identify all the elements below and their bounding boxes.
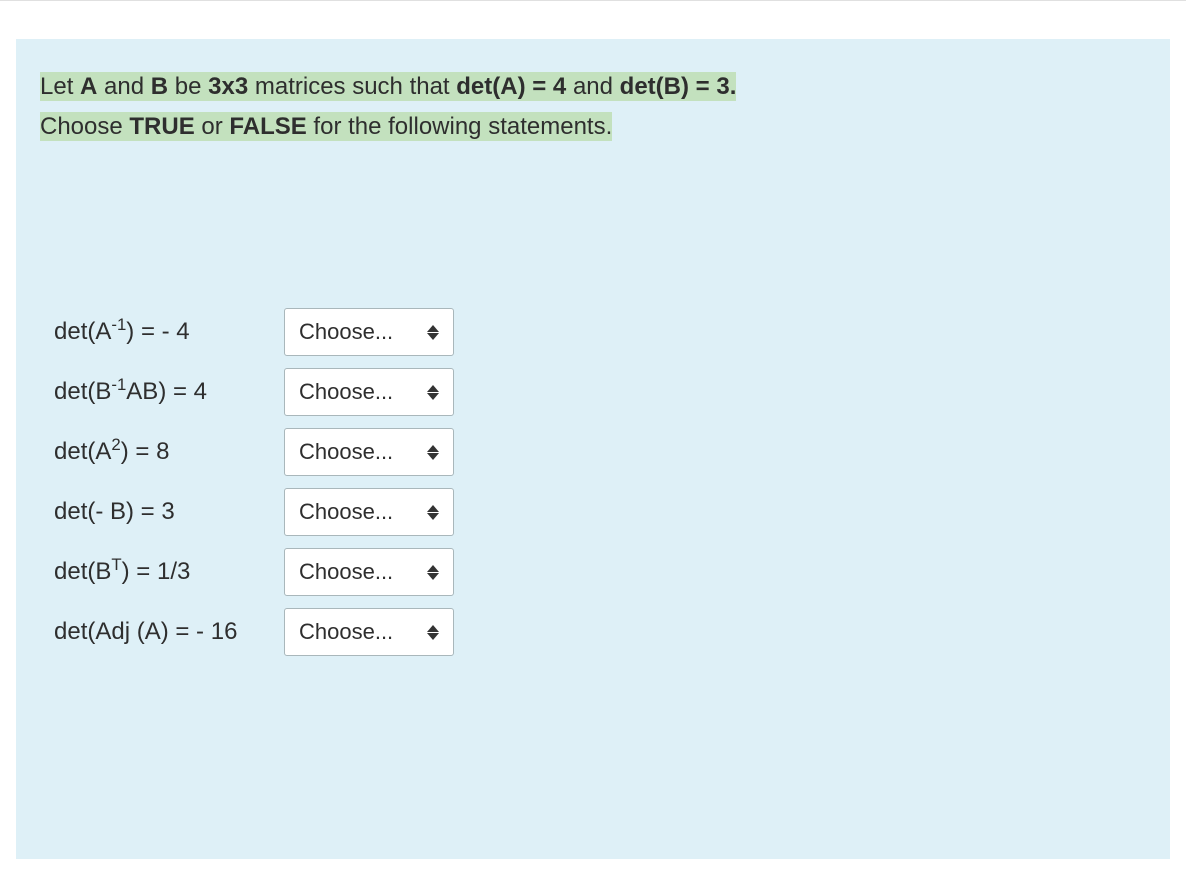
intro-line-1: Let A and B be 3x3 matrices such that de…: [40, 72, 736, 101]
intro-text: or: [195, 113, 230, 140]
chevron-updown-icon: [427, 385, 439, 400]
answer-select[interactable]: Choose...: [284, 308, 454, 356]
statement-text: ) = 1/3: [122, 558, 191, 585]
statement-label: det(BT) = 1/3: [54, 548, 284, 596]
answer-select[interactable]: Choose...: [284, 608, 454, 656]
superscript: -1: [111, 315, 126, 334]
answer-cell: Choose...: [284, 488, 454, 536]
intro-bold: det(A) = 4: [456, 73, 566, 100]
superscript: T: [111, 555, 121, 574]
intro-text: Choose: [40, 113, 129, 140]
intro-text: Let: [40, 73, 80, 100]
chevron-updown-icon: [427, 625, 439, 640]
chevron-updown-icon: [427, 505, 439, 520]
select-placeholder: Choose...: [299, 379, 393, 405]
answer-select[interactable]: Choose...: [284, 548, 454, 596]
intro-text: be: [168, 73, 208, 100]
intro-text: matrices such that: [248, 73, 456, 100]
intro-bold: TRUE: [129, 113, 194, 140]
questions-table: det(A-1) = - 4 Choose... det(B-1AB) = 4 …: [54, 296, 454, 668]
select-placeholder: Choose...: [299, 439, 393, 465]
statement-label: det(B-1AB) = 4: [54, 368, 284, 416]
statement-label: det(Adj (A) = - 16: [54, 608, 284, 656]
answer-select[interactable]: Choose...: [284, 368, 454, 416]
statement-text: det(A: [54, 318, 111, 345]
answer-cell: Choose...: [284, 308, 454, 356]
superscript: 2: [111, 435, 120, 454]
question-row: det(- B) = 3 Choose...: [54, 488, 454, 536]
question-row: det(A2) = 8 Choose...: [54, 428, 454, 476]
question-row: det(B-1AB) = 4 Choose...: [54, 368, 454, 416]
statement-text: AB) = 4: [126, 378, 207, 405]
select-placeholder: Choose...: [299, 559, 393, 585]
statement-text: det(B: [54, 378, 111, 405]
answer-cell: Choose...: [284, 368, 454, 416]
intro-bold: B: [151, 73, 168, 100]
select-placeholder: Choose...: [299, 619, 393, 645]
answer-cell: Choose...: [284, 428, 454, 476]
statement-label: det(A2) = 8: [54, 428, 284, 476]
statement-text: ) = 8: [121, 438, 170, 465]
question-panel: Let A and B be 3x3 matrices such that de…: [16, 39, 1170, 859]
statement-label: det(A-1) = - 4: [54, 308, 284, 356]
question-row: det(A-1) = - 4 Choose...: [54, 308, 454, 356]
statement-text: det(Adj (A) = - 16: [54, 618, 237, 645]
answer-cell: Choose...: [284, 608, 454, 656]
chevron-updown-icon: [427, 445, 439, 460]
statement-text: det(A: [54, 438, 111, 465]
statement-text: det(B: [54, 558, 111, 585]
intro-bold: A: [80, 73, 97, 100]
intro-text: and: [97, 73, 150, 100]
answer-cell: Choose...: [284, 548, 454, 596]
select-placeholder: Choose...: [299, 319, 393, 345]
select-placeholder: Choose...: [299, 499, 393, 525]
intro-text: for the following statements.: [307, 113, 612, 140]
superscript: -1: [111, 375, 126, 394]
question-row: det(Adj (A) = - 16 Choose...: [54, 608, 454, 656]
chevron-updown-icon: [427, 325, 439, 340]
statement-text: ) = - 4: [126, 318, 189, 345]
intro-bold: 3x3: [208, 73, 248, 100]
page-container: Let A and B be 3x3 matrices such that de…: [0, 0, 1186, 859]
statement-text: det(- B) = 3: [54, 498, 175, 525]
intro-bold: FALSE: [229, 113, 306, 140]
statement-label: det(- B) = 3: [54, 488, 284, 536]
intro-bold: det(B) = 3.: [620, 73, 737, 100]
answer-select[interactable]: Choose...: [284, 488, 454, 536]
chevron-updown-icon: [427, 565, 439, 580]
question-intro: Let A and B be 3x3 matrices such that de…: [40, 67, 1146, 146]
intro-text: and: [566, 73, 619, 100]
question-row: det(BT) = 1/3 Choose...: [54, 548, 454, 596]
answer-select[interactable]: Choose...: [284, 428, 454, 476]
intro-line-2: Choose TRUE or FALSE for the following s…: [40, 112, 612, 141]
